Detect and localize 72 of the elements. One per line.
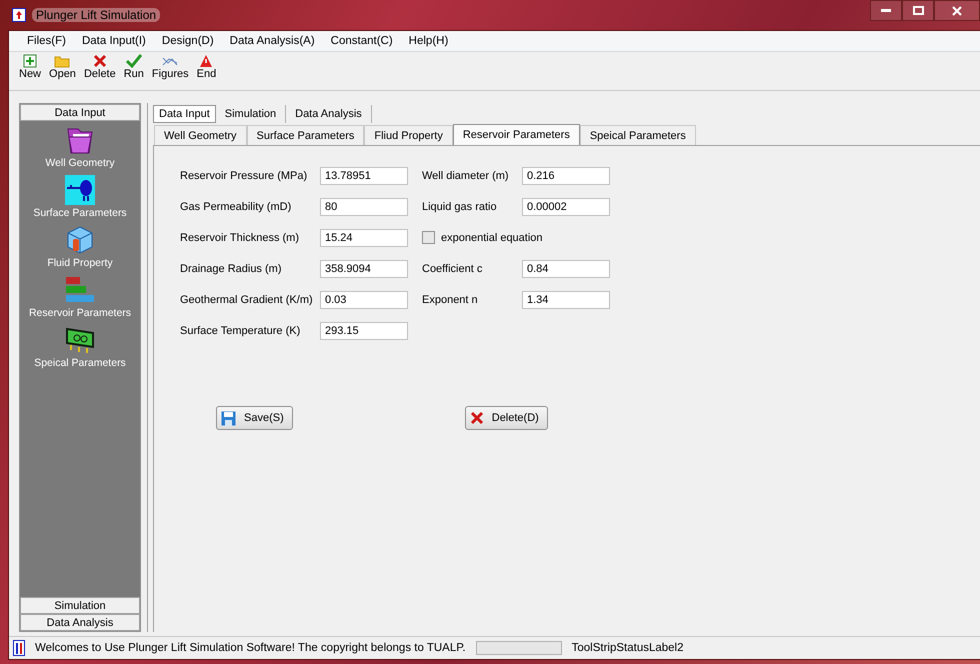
tab[interactable]: Surface Parameters <box>246 125 364 145</box>
checkbox-label: exponential equation <box>441 232 543 244</box>
maximize-button[interactable] <box>902 0 934 21</box>
tank-icon <box>65 175 95 205</box>
sidebar-item[interactable]: Surface Parameters <box>33 175 127 225</box>
tab[interactable]: Well Geometry <box>154 125 247 145</box>
status-message: Welcomes to Use Plunger Lift Simulation Software! The copyright belongs to TUALP. <box>35 642 466 654</box>
checkbox[interactable] <box>422 231 435 244</box>
tab[interactable]: Reservoir Parameters <box>452 124 580 145</box>
toolbar-button[interactable]: End <box>192 54 220 88</box>
bars-icon <box>65 275 95 305</box>
tab[interactable]: Data Input <box>153 105 216 123</box>
maximize-icon <box>912 6 924 15</box>
input-field[interactable]: 80 <box>320 198 408 216</box>
field-label: Coefficient c <box>422 262 484 274</box>
app-icon <box>13 640 25 656</box>
tab[interactable]: Speical Parameters <box>580 125 696 145</box>
menu-item[interactable]: Data Input(I) <box>74 35 154 47</box>
minimize-icon <box>881 8 891 12</box>
section-header[interactable]: Data Analysis <box>20 614 140 631</box>
field-label: Geothermal Gradient (K/m) <box>180 294 314 306</box>
folder-icon <box>54 54 70 68</box>
field-label: Well diameter (m) <box>422 170 510 182</box>
input-field[interactable]: 358.9094 <box>320 260 408 278</box>
menu-item[interactable]: Constant(C) <box>322 35 401 47</box>
input-field[interactable]: 0.00002 <box>522 198 610 216</box>
close-icon <box>952 6 962 16</box>
monitor-icon <box>65 325 95 355</box>
status-label: ToolStripStatusLabel2 <box>572 642 684 654</box>
input-field[interactable]: 1.34 <box>522 290 610 308</box>
input-field[interactable]: 13.78951 <box>320 166 408 184</box>
cross-icon <box>92 54 107 68</box>
section-header[interactable]: Simulation <box>20 597 140 614</box>
save-button[interactable]: Save(S) <box>216 406 293 430</box>
field-label: Drainage Radius (m) <box>180 262 282 274</box>
tab[interactable]: Fliud Property <box>364 125 453 145</box>
field-label: Gas Permeability (mD) <box>180 200 292 212</box>
field-label: Liquid gas ratio <box>422 200 498 212</box>
minimize-button[interactable] <box>870 0 902 21</box>
sidebar-item[interactable]: Well Geometry <box>45 125 115 175</box>
menu-item[interactable]: Help(H) <box>400 35 456 47</box>
input-field[interactable]: 0.03 <box>320 290 408 308</box>
floppy-icon <box>221 410 236 426</box>
sidebar-item[interactable]: Fluid Property <box>47 225 113 275</box>
section-header[interactable]: Data Input <box>20 104 140 121</box>
toolbar-button[interactable]: Delete <box>80 54 120 88</box>
window-title: Plunger Lift Simulation <box>32 8 160 22</box>
menu-item[interactable]: Design(D) <box>154 35 222 47</box>
delete-button[interactable]: Delete(D) <box>464 406 548 430</box>
toolbar-button[interactable]: Open <box>45 54 80 88</box>
field-label: Reservoir Thickness (m) <box>180 232 300 244</box>
sidebar-item[interactable]: Speical Parameters <box>34 325 126 375</box>
field-label: Surface Temperature (K) <box>180 324 302 336</box>
input-field[interactable]: 0.84 <box>522 260 610 278</box>
toolbar-button[interactable]: Figures <box>148 54 193 88</box>
close-button[interactable] <box>934 0 980 21</box>
menu-item[interactable]: Files(F) <box>19 35 74 47</box>
toolbar-button[interactable]: Run <box>120 54 148 88</box>
input-field[interactable]: 15.24 <box>320 228 408 246</box>
menu-item[interactable]: Data Analysis(A) <box>222 35 323 47</box>
field-label: Exponent n <box>422 294 479 306</box>
input-field[interactable]: 0.216 <box>522 166 610 184</box>
input-field[interactable]: 293.15 <box>320 322 408 340</box>
cross-icon <box>470 411 484 425</box>
plus-icon <box>23 54 37 68</box>
app-icon <box>12 8 26 22</box>
sidebar-item[interactable]: Reservoir Parameters <box>28 275 132 325</box>
toolbar-button[interactable]: New <box>15 54 46 88</box>
warning-icon <box>199 54 214 68</box>
field-label: Reservoir Pressure (MPa) <box>180 170 308 182</box>
cube-icon <box>64 225 95 255</box>
check-icon <box>126 54 142 68</box>
